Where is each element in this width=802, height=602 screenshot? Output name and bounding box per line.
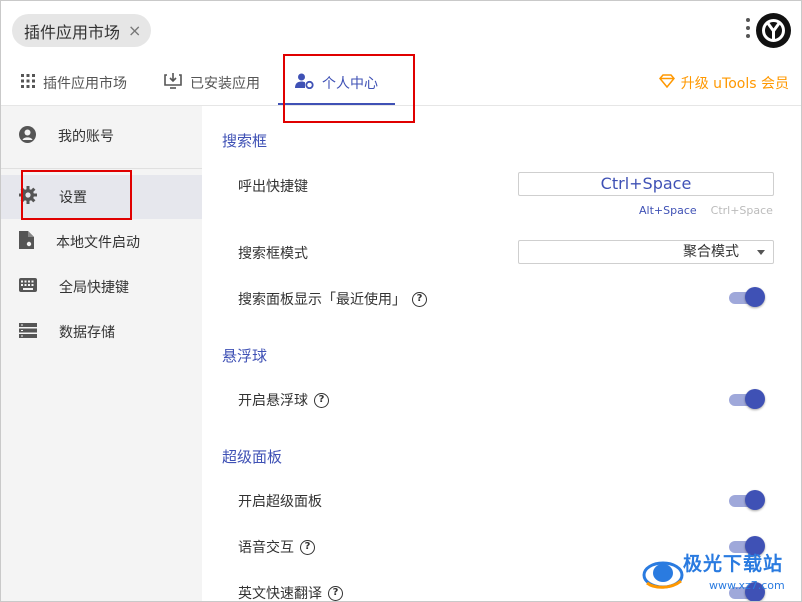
grid-icon: [21, 74, 35, 92]
tab-personal-center[interactable]: 个人中心: [295, 61, 378, 105]
user-settings-icon: [295, 73, 314, 93]
sidebar-item-label: 数据存储: [59, 325, 115, 341]
recent-toggle[interactable]: [727, 287, 767, 307]
tab-label: 已安装应用: [190, 76, 260, 92]
account-icon: [19, 125, 36, 147]
help-icon[interactable]: ?: [412, 291, 427, 307]
hotkey-option-ctrl-space[interactable]: Ctrl+Space: [711, 204, 773, 217]
utools-logo: [756, 13, 791, 48]
mode-select-value: 聚合模式: [683, 244, 739, 260]
more-menu-icon[interactable]: [745, 18, 751, 42]
sidebar-item-local-file-launch[interactable]: 本地文件启动: [1, 220, 202, 264]
sidebar: 我的账号 设置 本地文件启动 全局快捷键 数据存储: [1, 106, 202, 601]
search-pill-text: 插件应用市场: [24, 22, 121, 42]
top-bar: 插件应用市场 ×: [1, 1, 801, 61]
translate-label: 英文快速翻译: [238, 586, 322, 602]
tab-plugin-market[interactable]: 插件应用市场: [21, 61, 127, 105]
diamond-icon: [658, 74, 675, 92]
float-ball-label: 开启悬浮球: [238, 393, 308, 409]
tab-label: 插件应用市场: [43, 76, 127, 92]
hotkey-option-alt-space[interactable]: Alt+Space: [639, 204, 697, 217]
tab-label: 个人中心: [322, 76, 378, 92]
sidebar-item-label: 本地文件启动: [56, 235, 140, 251]
watermark-line1: 极光下载站: [683, 553, 784, 575]
sidebar-item-label: 我的账号: [58, 129, 114, 145]
download-icon: [164, 73, 182, 93]
settings-panel: 搜索框 呼出快捷键 Ctrl+Space Alt+Space Ctrl+Spac…: [202, 106, 801, 602]
upgrade-link[interactable]: 升级 uTools 会员: [658, 61, 789, 105]
section-title-float-ball: 悬浮球: [222, 347, 268, 365]
chevron-down-icon: [757, 250, 765, 255]
float-ball-toggle[interactable]: [727, 389, 767, 409]
voice-label: 语音交互: [238, 540, 294, 556]
file-icon: [19, 231, 34, 253]
sidebar-item-global-hotkeys[interactable]: 全局快捷键: [1, 265, 202, 309]
active-tab-indicator: [278, 103, 395, 105]
keyboard-icon: [19, 278, 37, 296]
voice-row: 语音交互 ?: [238, 537, 315, 557]
app-window: 插件应用市场 × 插件应用市场 已安装应用 个人中心 升级 uTools 会员 …: [0, 0, 802, 602]
section-title-super-panel: 超级面板: [222, 448, 283, 466]
mode-select[interactable]: 聚合模式: [518, 240, 774, 264]
tab-bar: 插件应用市场 已安装应用 个人中心 升级 uTools 会员: [1, 61, 801, 106]
close-icon[interactable]: ×: [128, 22, 141, 39]
sidebar-item-account[interactable]: 我的账号: [1, 114, 202, 158]
sidebar-item-label: 全局快捷键: [59, 280, 129, 296]
watermark: 极光下载站 www.xz7.com: [641, 549, 801, 599]
hotkey-options: Alt+Space Ctrl+Space: [639, 204, 773, 217]
sidebar-divider: [1, 168, 202, 169]
tab-installed[interactable]: 已安装应用: [164, 61, 260, 105]
recent-label: 搜索面板显示「最近使用」: [238, 292, 406, 308]
mode-label: 搜索框模式: [238, 246, 308, 262]
help-icon[interactable]: ?: [328, 585, 343, 601]
float-ball-row: 开启悬浮球 ?: [238, 390, 329, 410]
sidebar-item-label: 设置: [59, 190, 87, 206]
section-title-search-box: 搜索框: [222, 132, 268, 150]
gear-icon: [19, 186, 37, 208]
help-icon[interactable]: ?: [300, 539, 315, 555]
watermark-logo-icon: [642, 561, 684, 589]
upgrade-label: 升级 uTools 会员: [680, 76, 789, 92]
recent-row: 搜索面板显示「最近使用」 ?: [238, 289, 427, 309]
watermark-line2: www.xz7.com: [709, 579, 785, 592]
hotkey-input[interactable]: Ctrl+Space: [518, 172, 774, 196]
super-panel-toggle[interactable]: [727, 490, 767, 510]
sidebar-item-settings[interactable]: 设置: [1, 175, 202, 219]
translate-row: 英文快速翻译 ?: [238, 583, 343, 602]
super-panel-label: 开启超级面板: [238, 494, 322, 510]
search-pill[interactable]: 插件应用市场 ×: [12, 14, 152, 47]
help-icon[interactable]: ?: [314, 392, 329, 408]
sidebar-item-data-storage[interactable]: 数据存储: [1, 310, 202, 354]
storage-icon: [19, 322, 37, 342]
hotkey-label: 呼出快捷键: [238, 179, 308, 195]
